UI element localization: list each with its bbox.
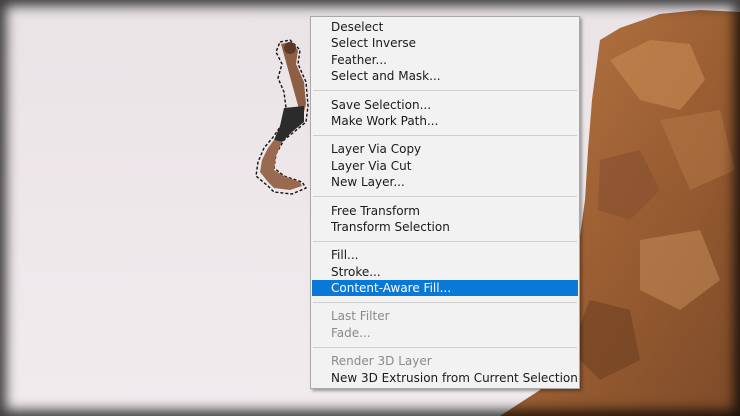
menu-item-layer-via-copy[interactable]: Layer Via Copy xyxy=(311,141,579,157)
menu-separator xyxy=(313,90,577,92)
menu-separator xyxy=(313,134,577,136)
menu-separator xyxy=(313,301,577,303)
menu-item-fill[interactable]: Fill... xyxy=(311,247,579,263)
menu-item-new-layer[interactable]: New Layer... xyxy=(311,174,579,190)
menu-item-free-transform[interactable]: Free Transform xyxy=(311,203,579,219)
menu-item-last-filter: Last Filter xyxy=(331,309,390,324)
menu-item-deselect[interactable]: Deselect xyxy=(311,19,579,35)
menu-item-content-aware-fill[interactable]: Content-Aware Fill... xyxy=(312,280,578,297)
menu-item-feather[interactable]: Feather... xyxy=(311,52,579,68)
menu-item-select-inverse[interactable]: Select Inverse xyxy=(311,35,579,51)
menu-separator xyxy=(313,240,577,242)
selection-context-menu: Deselect Select Inverse Feather... Select a… xyxy=(310,16,580,390)
menu-item-select-and-mask[interactable]: Select and Mask... xyxy=(311,68,579,84)
menu-item-transform-selection[interactable]: Transform Selection xyxy=(311,219,579,235)
menu-item-save-selection[interactable]: Save Selection... xyxy=(311,97,579,113)
menu-item-make-work-path[interactable]: Make Work Path... xyxy=(311,113,579,129)
menu-item-layer-via-cut[interactable]: Layer Via Cut xyxy=(311,158,579,174)
menu-item-new-3d-extrusion-from-current-selection[interactable]: New 3D Extrusion from Current Selection xyxy=(311,370,579,386)
menu-item-fade: Fade... xyxy=(331,325,371,340)
menu-separator xyxy=(313,196,577,198)
menu-item-stroke[interactable]: Stroke... xyxy=(311,264,579,280)
menu-item-render-3d-layer: Render 3D Layer xyxy=(331,354,432,369)
menu-separator xyxy=(313,346,577,348)
